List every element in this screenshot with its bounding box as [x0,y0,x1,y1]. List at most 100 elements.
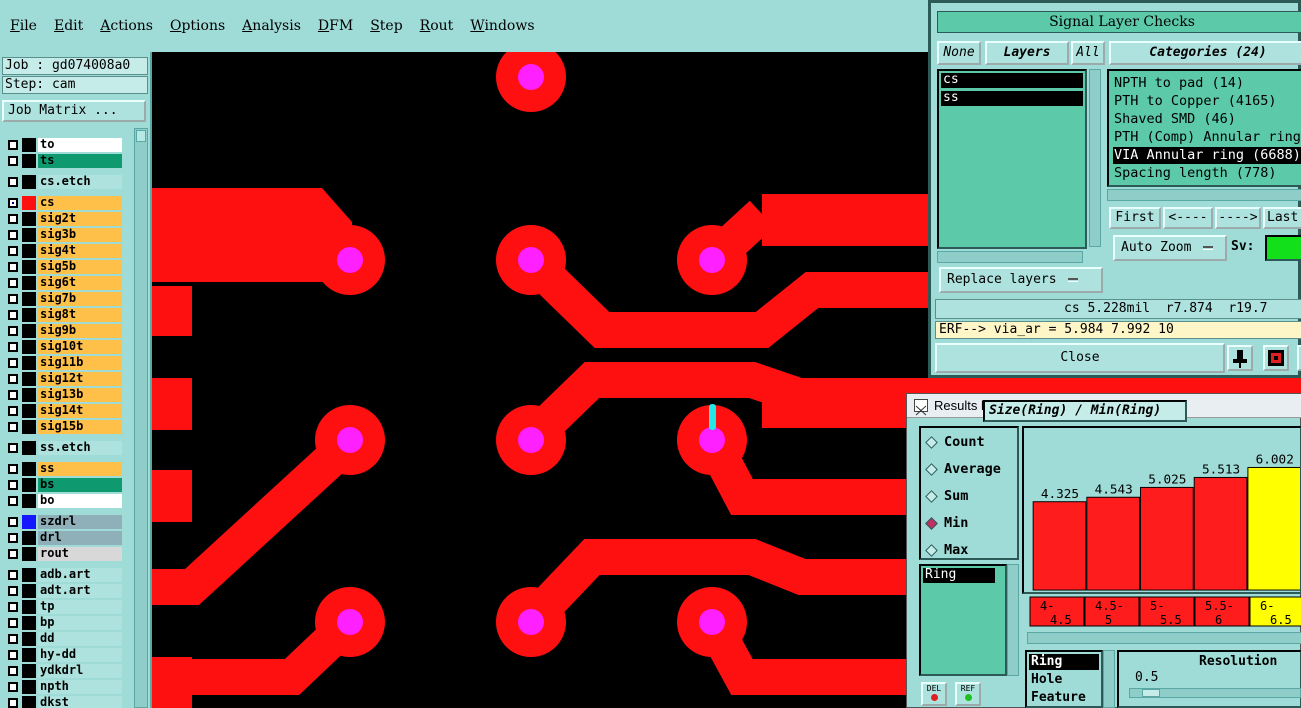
stat-radio-min[interactable]: Min [925,513,968,533]
extra-icon[interactable] [1297,345,1301,371]
first-button[interactable]: First [1109,207,1161,229]
layer-checkbox[interactable] [8,681,18,692]
layer-checkbox[interactable] [8,155,18,166]
last-button[interactable]: Last [1263,207,1301,229]
none-button[interactable]: None [937,41,981,65]
menu-rout[interactable]: Rout [420,18,454,34]
layer-row-npth[interactable]: npth [2,679,122,694]
stat-radio-sum[interactable]: Sum [925,486,968,506]
layer-checkbox[interactable] [8,213,18,224]
layer-checkbox[interactable] [8,405,18,416]
check-layer-item[interactable]: cs [941,73,1083,88]
category-item[interactable]: PTH to Copper (4165) [1113,93,1301,110]
layer-row-sig2t[interactable]: sig2t [2,211,122,226]
layer-checkbox[interactable] [8,357,18,368]
category-item[interactable]: Spacing length (778) [1113,165,1301,182]
field-item[interactable]: Ring [1029,654,1099,670]
layer-checkbox[interactable] [8,341,18,352]
layer-checkbox[interactable] [8,309,18,320]
layer-checkbox[interactable] [8,442,18,453]
layer-checkbox[interactable] [8,373,18,384]
layer-row-bs[interactable]: bs [2,477,122,492]
layer-row-sig6t[interactable]: sig6t [2,275,122,290]
resolution-slider-thumb[interactable] [1142,689,1160,697]
layer-checkbox[interactable] [8,229,18,240]
layer-row-ss[interactable]: ss [2,461,122,476]
layer-checkbox[interactable] [8,495,18,506]
stat-radio-average[interactable]: Average [925,459,1001,479]
field-item[interactable]: Hole [1029,672,1099,688]
histogram-hscrollbar[interactable] [1027,632,1301,644]
layer-row-sig8t[interactable]: sig8t [2,307,122,322]
layer-row-tp[interactable]: tp [2,599,122,614]
layer-checkbox[interactable] [8,617,18,628]
sv-color-swatch[interactable] [1265,235,1301,261]
layer-row-rout[interactable]: rout [2,546,122,561]
field-item[interactable]: Feature [1029,690,1099,706]
layer-checkbox[interactable] [8,197,18,208]
category-item[interactable]: Shaved SMD (46) [1113,111,1301,128]
layer-row-sig4t[interactable]: sig4t [2,243,122,258]
menu-windows[interactable]: Windows [470,18,534,34]
layer-row-bo[interactable]: bo [2,493,122,508]
histogram-bar[interactable] [1032,501,1087,591]
layer-row-sig14t[interactable]: sig14t [2,403,122,418]
menu-dfm[interactable]: DFM [318,18,353,34]
menu-actions[interactable]: Actions [100,18,153,34]
field-list-scrollbar[interactable] [1103,650,1115,708]
layer-checkbox[interactable] [8,516,18,527]
resolution-slider[interactable] [1129,688,1301,698]
histogram-bar[interactable] [1140,486,1194,591]
stat-radio-max[interactable]: Max [925,540,968,560]
layer-checkbox[interactable] [8,245,18,256]
scroll-up-icon[interactable] [136,130,146,142]
layer-checkbox[interactable] [8,601,18,612]
layer-row-hy-dd[interactable]: hy-dd [2,647,122,662]
layer-row-sig5b[interactable]: sig5b [2,259,122,274]
layer-checkbox[interactable] [8,463,18,474]
layer-checkbox[interactable] [8,325,18,336]
histogram-bar[interactable] [1193,476,1248,591]
layer-checkbox[interactable] [8,421,18,432]
check-layer-item[interactable]: ss [941,91,1083,106]
layer-row-adb-art[interactable]: adb.art [2,567,122,582]
categories-hscrollbar[interactable] [1107,189,1301,201]
layer-row-sig3b[interactable]: sig3b [2,227,122,242]
layer-row-drl[interactable]: drl [2,530,122,545]
check-layer-vscrollbar[interactable] [1089,69,1101,247]
layer-checkbox[interactable] [8,261,18,272]
category-item[interactable]: VIA Annular ring (6688) [1113,147,1301,164]
layer-row-to[interactable]: to [2,137,122,152]
layer-checkbox[interactable] [8,176,18,187]
layers-button[interactable]: Layers [985,41,1069,65]
error-marker[interactable] [709,404,716,430]
job-matrix-button[interactable]: Job Matrix ... [2,100,146,122]
layer-checkbox[interactable] [8,277,18,288]
category-item[interactable]: NPTH to pad (14) [1113,75,1301,92]
layer-checkbox[interactable] [8,389,18,400]
layer-checkbox[interactable] [8,139,18,150]
pin-icon[interactable] [1227,345,1253,371]
category-item[interactable]: PTH (Comp) Annular ring [1113,129,1301,146]
layer-checkbox[interactable] [8,548,18,559]
menu-options[interactable]: Options [170,18,225,34]
layer-checkbox[interactable] [8,479,18,490]
histogram-bar[interactable] [1086,496,1141,591]
del-button[interactable]: DEL [921,682,947,706]
next-button[interactable]: ----> [1215,207,1261,229]
layer-row-sig9b[interactable]: sig9b [2,323,122,338]
screen-icon[interactable] [1263,345,1289,371]
layer-row-sig7b[interactable]: sig7b [2,291,122,306]
histogram-bar[interactable] [1247,466,1301,591]
layer-row-bp[interactable]: bp [2,615,122,630]
close-button[interactable]: Close [935,343,1225,373]
menu-analysis[interactable]: Analysis [242,18,301,34]
layer-row-sig15b[interactable]: sig15b [2,419,122,434]
layer-row-dd[interactable]: dd [2,631,122,646]
replace-layers-dropdown[interactable]: Replace layers [939,267,1103,293]
all-button[interactable]: All [1071,41,1105,65]
layer-checkbox[interactable] [8,697,18,708]
check-layer-hscrollbar[interactable] [937,251,1083,263]
layer-row-cs-etch[interactable]: cs.etch [2,174,122,189]
ring-list-item[interactable]: Ring [923,568,995,583]
